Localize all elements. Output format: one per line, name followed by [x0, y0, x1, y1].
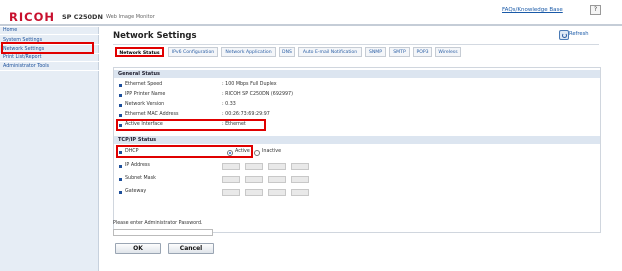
bullet-icon [119, 104, 122, 107]
subnet-mask-label: Subnet Mask [125, 176, 156, 181]
bullet-icon [119, 191, 122, 194]
tab-wireless[interactable]: Wireless [435, 47, 461, 57]
help-icon[interactable]: ? [590, 5, 601, 15]
tab-dns[interactable]: DNS [279, 47, 295, 57]
gateway-octet-2 [245, 189, 263, 196]
title-divider [113, 44, 599, 45]
tab-smtp[interactable]: SMTP [389, 47, 410, 57]
network-version-value: : 0.33 [222, 102, 236, 107]
ricoh-logo: RICOH [9, 10, 55, 24]
sidebar-item-administrator-tools[interactable]: Administrator Tools [0, 63, 99, 71]
refresh-icon[interactable] [559, 30, 569, 40]
dhcp-inactive-radio[interactable] [254, 150, 260, 156]
password-prompt: Please enter Administrator Password. [113, 221, 203, 226]
password-input[interactable] [113, 229, 213, 236]
ethernet-mac-address-value: : 00:26:73:69:29:97 [222, 112, 270, 117]
web-image-monitor-title: Web Image Monitor [106, 14, 155, 20]
bullet-icon [119, 178, 122, 181]
ethernet-speed-value: : 100 Mbps Full Duplex [222, 82, 277, 87]
top-bar: RICOH SP C250DN Web Image Monitor FAQs/K… [0, 0, 622, 24]
ip-address-octet-2 [245, 163, 263, 170]
bullet-icon [119, 94, 122, 97]
gateway-octet-3 [268, 189, 286, 196]
table-row: Gateway [114, 188, 600, 197]
subnet-mask-octet-4 [291, 176, 309, 183]
ip-address-octet-1 [222, 163, 240, 170]
subnet-mask-octet-3 [268, 176, 286, 183]
dhcp-inactive-label: Inactive [262, 149, 282, 154]
sidebar-item-print-list-report[interactable]: Print List/Report [0, 54, 99, 62]
page-title: Network Settings [113, 31, 197, 41]
ethernet-speed-label: Ethernet Speed [125, 82, 163, 87]
ip-address-label: IP Address [125, 163, 150, 168]
table-row: Ethernet Speed : 100 Mbps Full Duplex [114, 81, 600, 90]
tab-bar: Network Status IPv6 Configuration Networ… [113, 47, 599, 59]
table-row: Network Version : 0.33 [114, 101, 600, 110]
bullet-icon [119, 114, 122, 117]
tab-auto-email-notification[interactable]: Auto E-mail Notification [298, 47, 362, 57]
subnet-mask-octet-2 [245, 176, 263, 183]
ip-address-octet-3 [268, 163, 286, 170]
gateway-label: Gateway [125, 189, 147, 194]
tab-network-status[interactable]: Network Status [115, 47, 164, 57]
sidebar-item-home[interactable]: Home [0, 27, 99, 35]
active-interface-highlight [116, 119, 266, 131]
tcpip-status-heading: TCP/IP Status [114, 136, 600, 144]
table-row: IPP Printer Name : RICOH SP C250DN (6929… [114, 91, 600, 100]
header-divider [0, 24, 622, 26]
ipp-printer-name-label: IPP Printer Name [125, 92, 166, 97]
main-content: Network Settings Refresh Network Status … [106, 27, 606, 271]
network-settings-highlight [1, 42, 94, 54]
sidebar: Home System Settings Network Settings Pr… [0, 27, 99, 271]
status-panel: General Status Ethernet Speed : 100 Mbps… [113, 67, 601, 233]
bullet-icon [119, 84, 122, 87]
network-version-label: Network Version [125, 102, 165, 107]
cancel-button[interactable]: Cancel [168, 243, 214, 254]
ethernet-mac-address-label: Ethernet MAC Address [125, 112, 179, 117]
table-row: Subnet Mask [114, 175, 600, 184]
refresh-button[interactable]: Refresh [569, 31, 589, 37]
ok-button[interactable]: OK [115, 243, 161, 254]
tab-snmp[interactable]: SNMP [365, 47, 386, 57]
dhcp-highlight [116, 145, 253, 158]
tab-network-application[interactable]: Network Application [221, 47, 276, 57]
tab-pop3[interactable]: POP3 [413, 47, 432, 57]
subnet-mask-octet-1 [222, 176, 240, 183]
ip-address-octet-4 [291, 163, 309, 170]
gateway-octet-1 [222, 189, 240, 196]
bullet-icon [119, 165, 122, 168]
general-status-heading: General Status [114, 70, 600, 78]
faq-link[interactable]: FAQs/Knowledge Base [502, 7, 563, 13]
table-row: IP Address [114, 162, 600, 171]
ipp-printer-name-value: : RICOH SP C250DN (692997) [222, 92, 293, 97]
tab-ipv6-configuration[interactable]: IPv6 Configuration [168, 47, 218, 57]
gateway-octet-4 [291, 189, 309, 196]
model-name: SP C250DN [62, 13, 103, 21]
